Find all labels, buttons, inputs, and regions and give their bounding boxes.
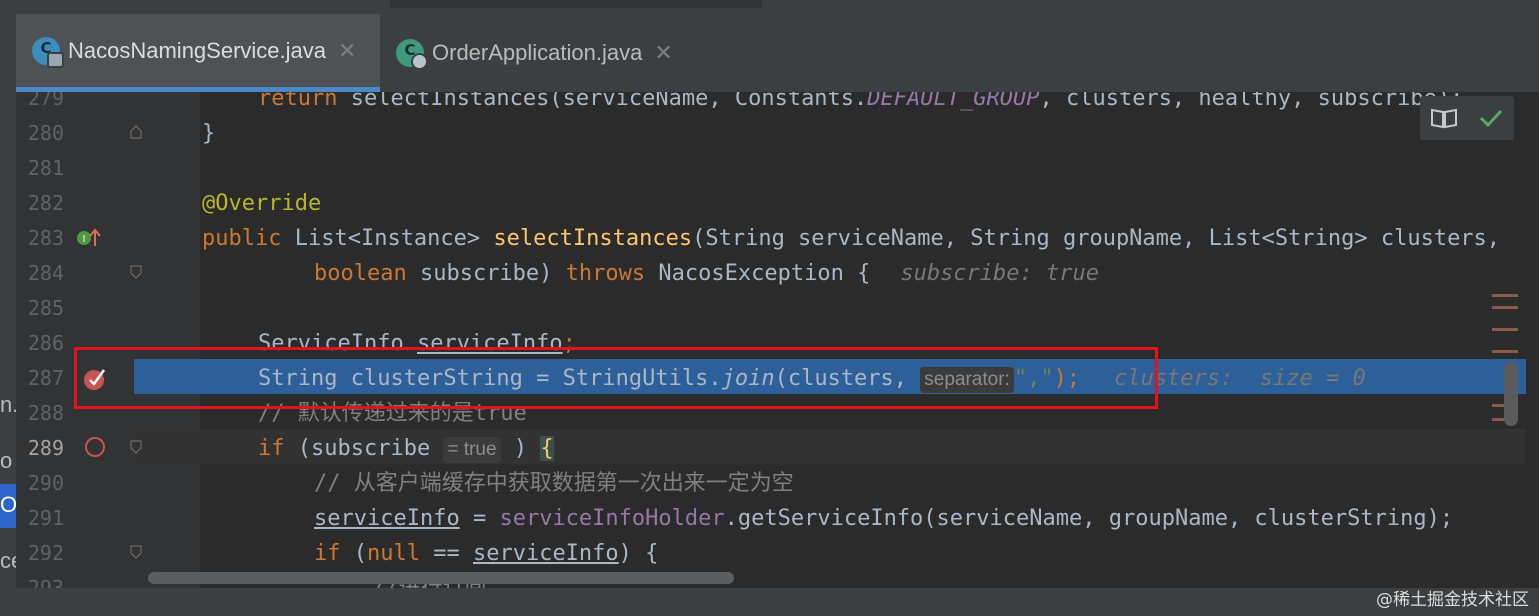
fold-start-icon[interactable] bbox=[130, 265, 142, 279]
line-number: 288 bbox=[27, 401, 64, 425]
line-number: 293 bbox=[27, 576, 64, 588]
line-number: 280 bbox=[27, 121, 64, 145]
line-number: 284 bbox=[27, 261, 64, 285]
watermark: @稀土掘金技术社区 bbox=[1376, 590, 1529, 610]
project-tree-fragment[interactable]: o bbox=[0, 448, 12, 474]
stripe-mark[interactable] bbox=[1492, 306, 1518, 309]
fold-end-icon[interactable] bbox=[130, 125, 142, 139]
line-number: 285 bbox=[27, 296, 64, 320]
project-tree-fragment[interactable]: ce bbox=[0, 548, 16, 574]
line-number: 292 bbox=[27, 541, 64, 565]
close-tab-icon[interactable]: ✕ bbox=[654, 40, 672, 66]
line-number: 279 bbox=[27, 92, 64, 110]
stripe-mark[interactable] bbox=[1492, 328, 1518, 331]
project-panel-edge[interactable]: n. o Or ce bbox=[0, 92, 16, 616]
line-number: 291 bbox=[27, 506, 64, 530]
editor-floating-toolbar bbox=[1420, 96, 1514, 140]
java-class-icon: C bbox=[32, 36, 64, 68]
stripe-mark[interactable] bbox=[1492, 294, 1518, 297]
code-line-284[interactable]: boolean subscribe) throws NacosException… bbox=[314, 256, 1099, 291]
stripe-mark[interactable] bbox=[1492, 350, 1518, 353]
horizontal-scrollbar-thumb[interactable] bbox=[148, 572, 734, 584]
code-line-283[interactable]: public List<Instance> selectInstances(St… bbox=[202, 221, 1500, 256]
line-number: 282 bbox=[27, 191, 64, 215]
debug-inline-value: = true bbox=[443, 437, 501, 463]
project-tree-fragment[interactable]: n. bbox=[0, 392, 16, 418]
debug-inline-value: subscribe: true bbox=[900, 261, 1100, 286]
line-number: 290 bbox=[27, 471, 64, 495]
line-number: 287 bbox=[27, 366, 64, 390]
java-app-icon: C bbox=[396, 39, 428, 70]
check-icon[interactable] bbox=[1478, 107, 1504, 129]
tab-nacos-naming-service[interactable]: C NacosNamingService.java ✕ bbox=[16, 14, 380, 92]
code-line-280[interactable]: } bbox=[202, 116, 215, 151]
implements-method-icon[interactable]: I bbox=[76, 226, 102, 250]
code-line-290[interactable]: // 从客户端缓存中获取数据第一次出来一定为空 bbox=[314, 466, 794, 501]
line-number: 289 bbox=[27, 436, 64, 460]
line-number: 281 bbox=[27, 156, 64, 180]
book-icon[interactable] bbox=[1430, 106, 1458, 130]
code-line-289[interactable]: if (subscribe = true ) { bbox=[258, 431, 554, 466]
project-tree-selected-row[interactable]: Or bbox=[0, 484, 16, 528]
tab-label: OrderApplication.java bbox=[432, 40, 643, 65]
fold-start-icon[interactable] bbox=[130, 545, 142, 559]
code-line-279[interactable]: return selectInstances(serviceName, Cons… bbox=[258, 92, 1463, 116]
code-line-282[interactable]: @Override bbox=[202, 186, 321, 221]
project-tree-fragment[interactable]: Or bbox=[0, 492, 16, 518]
line-number: 283 bbox=[27, 226, 64, 250]
code-line-292[interactable]: if (null == serviceInfo) { bbox=[314, 536, 658, 571]
vertical-scrollbar-thumb[interactable] bbox=[1504, 362, 1518, 426]
code-editor[interactable]: 279 280 281 282 283 284 285 286 287 288 … bbox=[16, 92, 1539, 588]
tab-strip-divider bbox=[390, 0, 762, 8]
status-bar: @稀土掘金技术社区 bbox=[0, 588, 1539, 616]
line-number: 286 bbox=[27, 331, 64, 355]
close-tab-icon[interactable]: ✕ bbox=[338, 38, 356, 64]
highlight-annotation-box bbox=[74, 347, 1158, 409]
error-stripe[interactable] bbox=[1526, 92, 1539, 588]
tab-order-application[interactable]: C OrderApplication.java ✕ bbox=[392, 14, 673, 92]
code-line-291[interactable]: serviceInfo = serviceInfoHolder.getServi… bbox=[314, 501, 1453, 536]
breakpoint-muted-icon[interactable] bbox=[84, 436, 108, 460]
tab-label: NacosNamingService.java bbox=[68, 37, 326, 63]
editor-tab-bar: C NacosNamingService.java ✕ C OrderAppli… bbox=[0, 0, 1539, 92]
svg-text:I: I bbox=[83, 234, 86, 245]
fold-start-icon[interactable] bbox=[130, 440, 142, 454]
